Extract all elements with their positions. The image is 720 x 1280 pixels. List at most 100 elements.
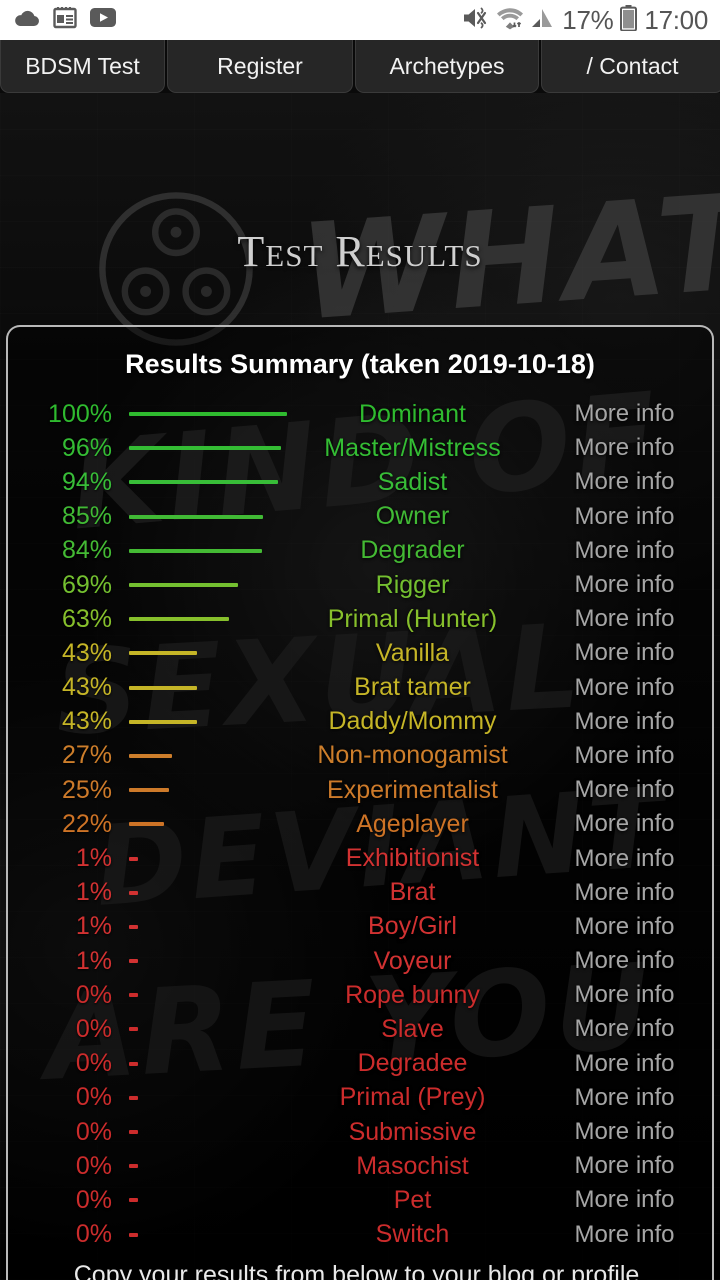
more-info-link[interactable]: More info <box>537 981 712 1009</box>
more-info-link[interactable]: More info <box>537 1050 712 1078</box>
more-info-link[interactable]: More info <box>537 503 712 531</box>
result-bar-cell <box>118 1164 288 1169</box>
result-label: Owner <box>375 502 450 531</box>
more-info-link[interactable]: More info <box>537 947 712 975</box>
result-bar <box>129 1198 138 1203</box>
result-bar-cell <box>118 924 288 929</box>
result-percent: 0% <box>75 1151 112 1180</box>
result-label: Rope bunny <box>345 980 480 1009</box>
more-info-link[interactable]: More info <box>537 1084 712 1112</box>
result-label: Daddy/Mommy <box>328 707 497 736</box>
nav-tab-label: / Contact <box>586 52 679 79</box>
page-title: Test Results <box>237 227 483 276</box>
result-percent: 100% <box>48 399 112 428</box>
more-info-link[interactable]: More info <box>537 845 712 873</box>
more-info-link[interactable]: More info <box>537 776 712 804</box>
result-bar-cell <box>118 1130 288 1135</box>
result-label: Boy/Girl <box>368 912 457 941</box>
result-bar <box>129 514 263 519</box>
battery-icon <box>620 4 638 36</box>
result-label: Exhibitionist <box>345 844 480 873</box>
result-bar-cell <box>118 651 288 656</box>
result-label: Sadist <box>377 467 448 496</box>
result-row: 43% Brat tamer More info <box>8 671 712 705</box>
result-bar-cell <box>118 1232 288 1237</box>
more-info-link[interactable]: More info <box>537 1118 712 1146</box>
result-label: Pet <box>393 1185 432 1214</box>
result-row: 96% Master/Mistress More info <box>8 431 712 465</box>
more-info-link[interactable]: More info <box>537 674 712 702</box>
result-percent: 69% <box>61 570 112 599</box>
result-bar-cell <box>118 514 288 519</box>
more-info-link[interactable]: More info <box>537 571 712 599</box>
result-row: 43% Vanilla More info <box>8 636 712 670</box>
result-bar-cell <box>118 993 288 998</box>
more-info-link[interactable]: More info <box>537 1015 712 1043</box>
mute-icon <box>462 6 489 35</box>
result-bar <box>129 446 281 451</box>
more-info-link[interactable]: More info <box>537 879 712 907</box>
nav-tab-contact[interactable]: / Contact <box>541 40 720 93</box>
result-bar <box>129 583 238 588</box>
youtube-icon <box>90 8 116 32</box>
result-bar <box>129 1164 138 1169</box>
more-info-link[interactable]: More info <box>537 1221 712 1249</box>
result-row: 43% Daddy/Mommy More info <box>8 705 712 739</box>
result-percent: 0% <box>75 1220 112 1249</box>
result-percent: 43% <box>61 673 112 702</box>
more-info-link[interactable]: More info <box>537 708 712 736</box>
result-row: 1% Exhibitionist More info <box>8 841 712 875</box>
result-label: Masochist <box>356 1151 469 1180</box>
more-info-link[interactable]: More info <box>537 1186 712 1214</box>
result-row: 84% Degrader More info <box>8 534 712 568</box>
result-bar-cell <box>118 959 288 964</box>
status-bar-notifications <box>14 6 116 35</box>
result-label: Slave <box>381 1014 444 1043</box>
more-info-link[interactable]: More info <box>537 605 712 633</box>
result-percent: 0% <box>75 1049 112 1078</box>
result-percent: 1% <box>75 946 112 975</box>
result-bar <box>129 788 169 793</box>
status-bar-system: 17% 17:00 <box>462 4 708 36</box>
nav-tab-bdsm-test[interactable]: BDSM Test <box>0 40 165 93</box>
more-info-link[interactable]: More info <box>537 468 712 496</box>
result-percent: 0% <box>75 1083 112 1112</box>
result-percent: 0% <box>75 980 112 1009</box>
result-bar <box>129 480 278 485</box>
more-info-link[interactable]: More info <box>537 639 712 667</box>
more-info-link[interactable]: More info <box>537 810 712 838</box>
more-info-link[interactable]: More info <box>537 913 712 941</box>
result-bar <box>129 856 138 861</box>
result-bar-cell <box>118 480 288 485</box>
site-nav: BDSM Test Register Archetypes / Contact <box>0 40 720 93</box>
result-percent: 0% <box>75 1185 112 1214</box>
more-info-link[interactable]: More info <box>537 434 712 462</box>
result-bar <box>129 685 197 690</box>
result-percent: 63% <box>61 604 112 633</box>
more-info-link[interactable]: More info <box>537 537 712 565</box>
result-percent: 1% <box>75 878 112 907</box>
result-bar-cell <box>118 412 288 417</box>
result-label: Vanilla <box>375 638 450 667</box>
wifi-icon <box>496 6 524 35</box>
nav-tab-archetypes[interactable]: Archetypes <box>355 40 539 93</box>
result-bar <box>129 753 172 758</box>
result-row: 25% Experimentalist More info <box>8 773 712 807</box>
result-bar <box>129 924 138 929</box>
nav-tab-label: BDSM Test <box>25 52 140 79</box>
more-info-link[interactable]: More info <box>537 400 712 428</box>
more-info-link[interactable]: More info <box>537 1152 712 1180</box>
results-list: 100% Dominant More info 96% Master/Mistress M… <box>8 397 712 1252</box>
more-info-link[interactable]: More info <box>537 742 712 770</box>
nav-tab-register[interactable]: Register <box>167 40 353 93</box>
result-label: Dominant <box>359 399 466 428</box>
result-bar <box>129 617 229 622</box>
cloud-icon <box>14 9 40 32</box>
result-bar <box>129 1027 138 1032</box>
result-label: Submissive <box>348 1117 477 1146</box>
result-bar-cell <box>118 685 288 690</box>
result-row: 22% Ageplayer More info <box>8 807 712 841</box>
android-status-bar: 17% 17:00 <box>0 0 720 40</box>
result-bar-cell <box>118 856 288 861</box>
result-row: 27% Non-monogamist More info <box>8 739 712 773</box>
